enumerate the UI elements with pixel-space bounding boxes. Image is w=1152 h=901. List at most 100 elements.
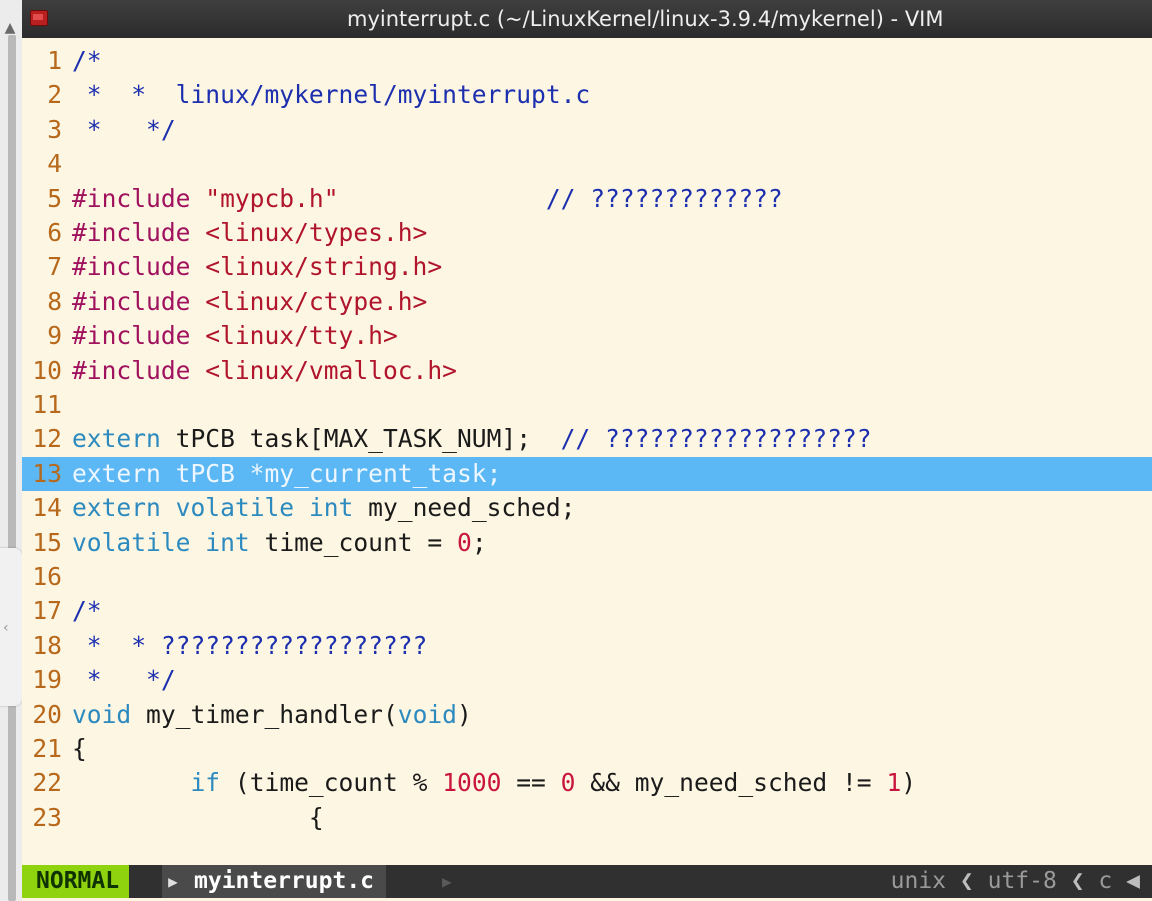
code-text: #include <linux/ctype.h> [72,287,427,316]
code-token: 1000 [442,768,502,798]
code-line[interactable]: 17 /* [22,594,1152,628]
code-line[interactable]: 13 extern tPCB *my_current_task; [22,456,1152,491]
code-text: * * linux/mykernel/myinterrupt.c [72,80,590,109]
line-number: 5 [47,183,62,213]
line-number: 11 [32,390,62,419]
code-text: #include <linux/string.h> [72,252,442,281]
code-line[interactable]: 6 #include <linux/types.h> [22,216,1152,250]
line-number: 20 [32,699,62,729]
code-token: int [205,527,250,557]
line-number: 16 [32,562,62,591]
end-marker-icon: ◀ [1126,868,1140,894]
line-number: 15 [32,527,62,557]
code-token: * * linux/mykernel/myinterrupt.c [72,80,591,110]
code-text: /* [72,46,102,75]
code-text: /* [72,596,102,625]
code-text: void my_timer_handler(void) [72,700,472,729]
code-line[interactable]: 23 { [22,801,1152,835]
code-token: && my_need_sched != [575,768,887,798]
code-token: if [190,768,221,798]
code-token: <linux/string.h> [205,252,443,282]
code-line[interactable]: 9 #include <linux/tty.h> [22,319,1152,353]
separator-icon: ❮ [959,868,974,894]
code-line[interactable]: 1 /* [22,44,1152,78]
code-line[interactable]: 16 [22,560,1152,594]
code-line[interactable]: 2 * * linux/mykernel/myinterrupt.c [22,78,1152,112]
editor-buffer[interactable]: 1/* 2 * * linux/mykernel/myinterrupt.c 3 *… [22,44,1152,864]
code-line[interactable]: 22 if (time_count % 1000 == 0 && my_need… [22,766,1152,800]
fileformat: unix [890,868,947,894]
filetype: c [1098,868,1113,894]
line-number: 9 [47,321,62,351]
line-number: 2 [47,80,62,110]
code-token: ; [471,527,487,557]
code-text: * */ [72,115,176,144]
code-line[interactable]: 18 * * ?????????????????? [22,629,1152,663]
code-line[interactable]: 20 void my_timer_handler(void) [22,698,1152,732]
code-token: ) [457,699,472,729]
code-token: 0 [560,768,576,798]
code-token: { [72,734,87,763]
line-number: 22 [32,768,62,798]
code-token: <linux/tty.h> [205,321,398,351]
side-panel-handle[interactable]: ‹ [0,548,22,706]
line-number: 6 [47,218,62,247]
filename-separator-icon: ▶ [442,872,452,891]
line-number: 10 [32,355,62,385]
mode-indicator: NORMAL [22,865,130,898]
code-token: { [72,802,324,832]
line-number: 18 [32,630,62,660]
line-number: 19 [32,665,62,695]
code-line[interactable]: 12 extern tPCB task[MAX_TASK_NUM]; // ???… [22,422,1152,456]
code-token: /* [72,596,102,626]
code-line[interactable]: 7 #include <linux/string.h> [22,250,1152,284]
code-text: * * ?????????????????? [72,631,428,660]
line-number: 23 [32,802,62,832]
code-line[interactable]: 11 [22,388,1152,422]
code-line[interactable]: 10 #include <linux/vmalloc.h> [22,354,1152,388]
code-token: tPCB task[MAX_TASK_NUM]; [160,424,561,454]
scroll-up-arrow-icon[interactable]: ▲ [0,21,20,35]
window-title: myinterrupt.c (~/LinuxKernel/linux-3.9.4… [347,7,944,31]
title-bar[interactable]: myinterrupt.c (~/LinuxKernel/linux-3.9.4… [22,0,1152,38]
code-token: /* [72,46,102,75]
left-scroll-rail[interactable]: ▲ ‹ [0,0,22,901]
code-token: <linux/ctype.h> [205,286,428,316]
status-line: NORMAL ▶ myinterrupt.c ▶ unix ❮ utf-8 ❮ … [22,865,1152,898]
code-token: (time_count % [220,768,443,798]
code-token: <linux/vmalloc.h> [205,355,457,385]
code-token: void [72,699,132,729]
line-number: 21 [32,734,62,763]
code-token: void [397,699,457,729]
line-number: 14 [32,493,62,523]
code-token: #include [72,183,206,213]
code-token: #include [72,286,206,316]
code-line[interactable]: 3 * */ [22,113,1152,147]
code-token: #include [72,252,206,282]
scrollbar-track[interactable] [8,35,16,901]
code-token: #include [72,321,206,351]
code-text: extern tPCB task[MAX_TASK_NUM]; // ?????… [72,424,872,453]
code-token: "mypcb.h" [205,183,339,213]
code-text: extern volatile int my_need_sched; [72,493,575,522]
code-line[interactable]: 15 volatile int time_count = 0; [22,526,1152,560]
code-line[interactable]: 8 #include <linux/ctype.h> [22,285,1152,319]
code-line[interactable]: 21 { [22,732,1152,766]
code-token: // ????????????? [545,183,783,213]
line-number: 4 [47,149,62,179]
code-line[interactable]: 5 #include "mypcb.h" // ????????????? [22,182,1152,216]
vim-window: myinterrupt.c (~/LinuxKernel/linux-3.9.4… [22,0,1152,901]
code-token: == [501,768,561,798]
code-token: volatile [72,527,191,557]
code-line[interactable]: 4 [22,147,1152,181]
code-token: time_count = [249,527,457,557]
code-line[interactable]: 19 * */ [22,663,1152,697]
code-token: ) [901,768,917,798]
line-number: 8 [47,286,62,316]
code-token: // ?????????????????? [560,424,872,454]
code-line[interactable]: 14 extern volatile int my_need_sched; [22,491,1152,525]
line-number: 3 [47,114,62,144]
code-text: #include "mypcb.h" // ????????????? [72,184,783,213]
